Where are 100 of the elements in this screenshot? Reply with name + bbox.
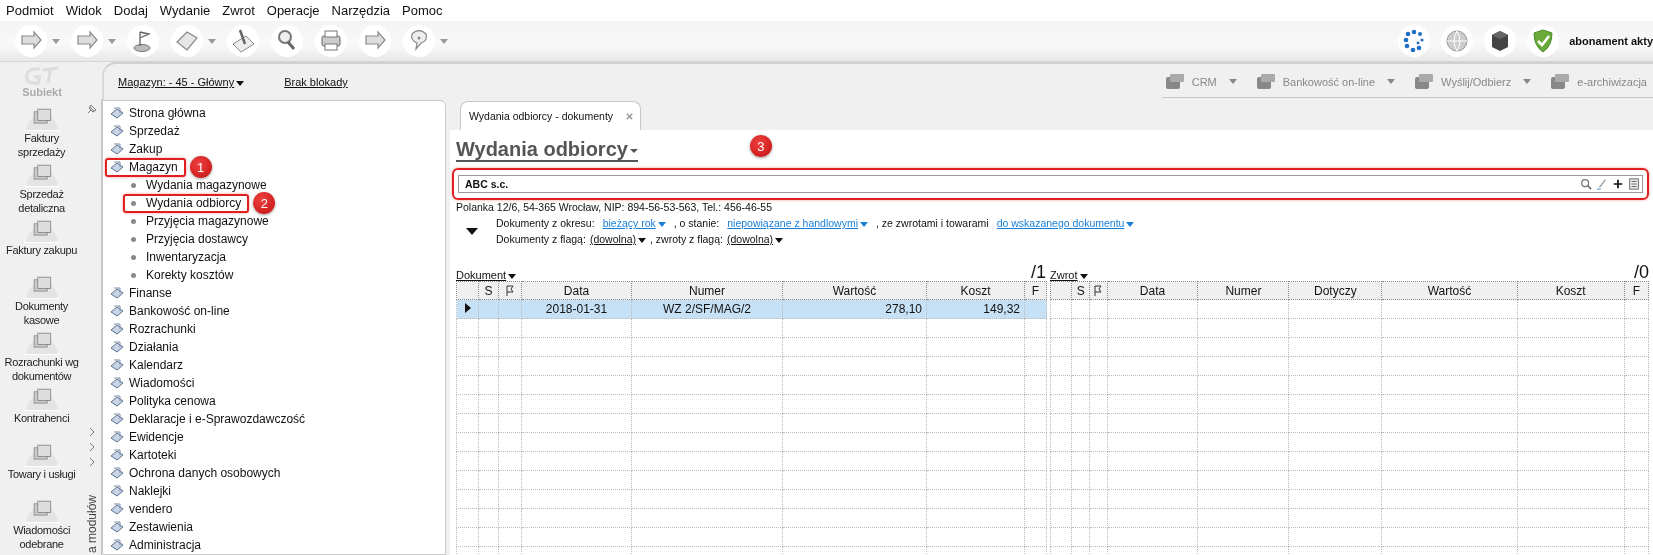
module-button[interactable]: Kontrahenci <box>0 383 84 439</box>
lock-status-link[interactable]: Brak blokady <box>284 76 348 88</box>
tree-item[interactable]: Magazyn <box>105 157 186 177</box>
tile-icon <box>109 303 125 319</box>
printer-icon <box>314 24 348 58</box>
record-count: /1 <box>1031 263 1046 281</box>
pin-icon[interactable] <box>86 103 99 115</box>
tree-item[interactable]: Naklejki <box>105 481 179 501</box>
caret-icon <box>629 148 638 153</box>
tree-item[interactable]: Zestawienia <box>105 517 202 537</box>
tree-item[interactable]: Deklaracje i e-Sprawozdawczość <box>105 409 314 429</box>
list-icon[interactable] <box>1628 178 1640 190</box>
tree-item[interactable]: Inwentaryzacja <box>123 247 235 267</box>
tile-icon <box>109 501 125 517</box>
menu-item[interactable]: Narzędzia <box>331 3 399 18</box>
tree-item[interactable]: Korekty kosztów <box>123 265 242 285</box>
view-title[interactable]: Wydania odbiorcy <box>456 138 638 162</box>
filter-link[interactable]: do wskazanego dokumentu <box>996 217 1135 229</box>
filter-dropdown[interactable]: (dowolna) <box>726 233 784 245</box>
flag-icon[interactable] <box>1093 285 1104 298</box>
filter-dropdown[interactable]: (dowolna) <box>589 233 646 245</box>
callout-number: 1 <box>189 156 212 178</box>
collapse-triangle-icon[interactable] <box>466 227 478 235</box>
menu-item[interactable]: Wydanie <box>159 3 219 18</box>
tree-item[interactable]: Kartoteki <box>105 445 185 465</box>
menu-item[interactable]: Pomoc <box>402 3 451 18</box>
magnifier-icon <box>270 24 304 58</box>
flag-icon <box>126 24 160 58</box>
menu-item[interactable]: Widok <box>65 3 110 18</box>
shield-check-icon[interactable] <box>1526 24 1561 58</box>
customer-field[interactable]: ABC s.c. <box>458 175 1643 193</box>
tree-item[interactable]: Działania <box>105 337 187 357</box>
tree-item[interactable]: Wydania magazynowe <box>123 175 275 195</box>
tree-item[interactable]: Strona główna <box>105 103 214 123</box>
tree-item[interactable]: Polityka cenowa <box>105 391 224 411</box>
module-button[interactable]: Dokumenty kasowe <box>0 271 84 327</box>
menu-item[interactable]: Operacje <box>266 3 328 18</box>
tile-icon <box>109 105 125 121</box>
caret-icon <box>208 38 216 44</box>
module-button[interactable]: Towary i usługi <box>0 439 84 495</box>
plus-icon[interactable] <box>1612 178 1624 190</box>
flag-icon[interactable] <box>505 285 515 298</box>
tree-item[interactable]: Sprzedaż <box>105 121 188 141</box>
caret-icon <box>1523 79 1532 84</box>
caret-icon <box>775 237 784 243</box>
tree-item[interactable]: Przyjęcia dostawcy <box>123 229 257 249</box>
caret-icon <box>1228 79 1237 84</box>
bullet-icon <box>131 236 136 242</box>
search-icon[interactable] <box>1580 178 1592 190</box>
globe-icon[interactable] <box>1440 24 1475 58</box>
document-tab[interactable]: Wydania odbiorcy - dokumenty <box>460 101 642 130</box>
tree-item[interactable]: Ewidencje <box>105 427 192 447</box>
caret-icon <box>657 221 666 227</box>
tree-item[interactable]: Kalendarz <box>105 355 192 375</box>
module-button[interactable]: Sprzedaż detaliczna <box>0 159 84 215</box>
tile-icon <box>109 447 125 463</box>
tree-item[interactable]: vendero <box>105 499 181 519</box>
module-button[interactable]: Faktury zakupu <box>0 215 84 271</box>
module-button[interactable]: Wiadomości odebrane <box>0 495 84 551</box>
tree-item[interactable]: Wiadomości <box>105 373 203 393</box>
tree-item[interactable]: Wydania odbiorcy <box>123 193 250 213</box>
tree-item[interactable]: Zakup <box>105 139 171 159</box>
spinner-icon[interactable] <box>1397 24 1432 58</box>
filter-link[interactable]: niepowiązane z handlowymi <box>727 217 868 229</box>
filter-link[interactable]: bieżący rok <box>602 217 666 229</box>
customer-address: Polanka 12/6, 54-365 Wrocław, NIP: 894-56-53-563, Tel.: 456-46-55 <box>456 201 773 215</box>
tile-icon <box>109 519 125 535</box>
tree-item[interactable]: Finanse <box>105 283 180 303</box>
pencil-icon[interactable] <box>1596 178 1608 190</box>
table-row[interactable]: 2018-01-31 WZ 2/SF/MAG/2 278,10 149,32 <box>456 299 1047 319</box>
tree-item[interactable]: Bankowość on-line <box>105 301 238 321</box>
tree-item[interactable]: Administracja <box>105 535 210 555</box>
column-header[interactable]: Numer <box>689 283 725 298</box>
panel-label: a modułów <box>85 493 100 553</box>
callout-number: 3 <box>749 135 772 157</box>
menu-item[interactable]: Dodaj <box>113 3 156 18</box>
tile-icon <box>109 123 125 139</box>
caret-icon <box>52 38 60 44</box>
module-button[interactable]: Rozrachunki wg dokumentów <box>0 327 84 383</box>
tree-item[interactable]: Rozrachunki <box>105 319 204 339</box>
tree-item[interactable]: Ochrona danych osobowych <box>105 463 289 483</box>
close-icon[interactable] <box>625 111 635 121</box>
caret-icon <box>236 80 245 86</box>
tile-icon <box>109 537 125 553</box>
current-row-icon <box>464 303 471 313</box>
tile-icon <box>109 465 125 481</box>
module-button[interactable]: Faktury sprzedaży <box>0 103 84 159</box>
tag-icon <box>170 24 204 58</box>
warehouse-selector[interactable]: Magazyn: - 45 - Główny <box>118 76 245 88</box>
tile-icon <box>109 159 125 175</box>
bullet-icon <box>131 182 136 188</box>
tile-icon <box>109 321 125 337</box>
table-cell: 2018-01-31 <box>545 302 608 316</box>
tree-item[interactable]: Przyjęcia magazynowe <box>123 211 277 231</box>
menu-item[interactable]: Zwrot <box>222 3 263 18</box>
tile-icon <box>109 411 125 427</box>
bullet-icon <box>131 272 136 278</box>
menu-item[interactable]: Podmiot <box>6 3 62 18</box>
column-header[interactable]: Data <box>563 283 590 298</box>
cube-icon[interactable] <box>1483 24 1518 58</box>
